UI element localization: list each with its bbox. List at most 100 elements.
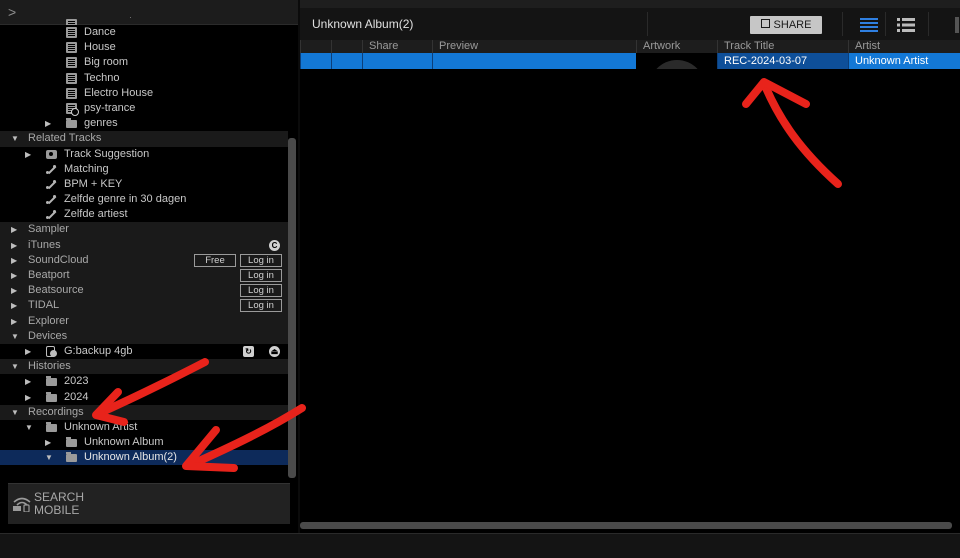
sidebar-section[interactable]: ▶ Beatport Log in bbox=[0, 268, 288, 284]
header-divider bbox=[842, 12, 843, 36]
tree-item[interactable]: House bbox=[0, 40, 288, 55]
gear-icon bbox=[71, 107, 79, 116]
sidebar-section[interactable]: ▼ Devices bbox=[0, 328, 288, 344]
collapse-arrow-icon[interactable]: ▶ bbox=[11, 283, 17, 298]
sidebar-section[interactable]: ▶ Sampler bbox=[0, 222, 288, 238]
tree-item[interactable]: Electro House bbox=[0, 86, 288, 101]
collapse-arrow-icon[interactable]: ▶ bbox=[25, 374, 31, 389]
search-mobile-button[interactable]: SEARCH MOBILE bbox=[8, 483, 290, 524]
collapse-arrow-icon[interactable]: ▶ bbox=[45, 116, 51, 131]
tree-item-label: Beatsource bbox=[28, 284, 84, 297]
tree-item[interactable]: ▶ G:backup 4gb ↻ ⏏ bbox=[0, 344, 288, 359]
sidebar-scrollbar[interactable] bbox=[288, 138, 296, 478]
collapse-arrow-icon[interactable]: ▶ bbox=[11, 238, 17, 253]
column-header[interactable] bbox=[331, 40, 362, 53]
column-header[interactable]: Artwork bbox=[636, 40, 717, 53]
tree-item[interactable]: ▼ Unknown Album(2) bbox=[0, 450, 288, 466]
collapse-arrow-icon[interactable]: ▶ bbox=[25, 344, 31, 359]
tree-item[interactable]: ▶ Unknown Album bbox=[0, 435, 288, 450]
tree-item[interactable]: psy-trance bbox=[0, 101, 288, 116]
expand-arrow-icon[interactable]: ▼ bbox=[25, 420, 33, 435]
collapse-arrow-icon[interactable]: ▶ bbox=[11, 268, 17, 283]
tree-item-label: Unknown Album(2) bbox=[84, 451, 177, 464]
folder-icon bbox=[46, 421, 57, 432]
expand-arrow-icon[interactable]: ▼ bbox=[11, 359, 19, 374]
collapse-arrow-icon[interactable]: ▶ bbox=[25, 390, 31, 405]
tree-item[interactable]: ▼ Unknown Artist bbox=[0, 420, 288, 435]
tree-item-label: Devices bbox=[28, 329, 68, 342]
sidebar-section[interactable]: ▶ SoundCloud Free Log in bbox=[0, 252, 288, 268]
sidebar-section[interactable]: ▼ Histories bbox=[0, 359, 288, 375]
eject-icon[interactable]: ⏏ bbox=[269, 345, 280, 357]
tree-item[interactable]: BPM + KEY bbox=[0, 177, 288, 192]
more-view-icon[interactable] bbox=[955, 17, 959, 33]
login-button[interactable]: Log in bbox=[240, 269, 282, 282]
sidebar-section[interactable]: ▼ Related Tracks bbox=[0, 131, 288, 147]
expand-arrow-icon[interactable]: ▼ bbox=[11, 405, 19, 420]
tree-item[interactable]: Matching bbox=[0, 162, 288, 177]
tree-item[interactable]: ▶ genres bbox=[0, 116, 288, 131]
collapse-arrow-icon[interactable]: ▶ bbox=[11, 298, 17, 313]
table-cell bbox=[362, 53, 432, 69]
folder-icon bbox=[66, 118, 77, 129]
tree-item-label: Zelfde artiest bbox=[64, 208, 128, 221]
tree-item[interactable]: Dance bbox=[0, 25, 288, 40]
column-header[interactable] bbox=[300, 40, 331, 53]
tree-item[interactable]: ▶ 2024 bbox=[0, 390, 288, 405]
tree-item[interactable]: Zelfde genre in 30 dagen bbox=[0, 192, 288, 207]
tree-item[interactable]: ▶ 2023 bbox=[0, 374, 288, 389]
horizontal-scrollbar[interactable] bbox=[300, 522, 952, 529]
main-panel: Unknown Album(2) SHARE Share Preview Artwo… bbox=[300, 0, 960, 533]
link-icon bbox=[46, 164, 57, 175]
list-view-icon[interactable] bbox=[860, 18, 878, 32]
tree-item-label: G:backup 4gb bbox=[64, 344, 133, 357]
column-header[interactable]: Track Title bbox=[717, 40, 848, 53]
collapse-arrow-icon[interactable]: ▶ bbox=[25, 147, 31, 162]
wifi-mobile-icon bbox=[13, 497, 31, 512]
collapse-arrow-icon[interactable]: ▶ bbox=[45, 435, 51, 450]
expand-arrow-icon[interactable]: ▼ bbox=[11, 131, 19, 146]
link-icon bbox=[46, 179, 57, 190]
table-row[interactable]: REC-2024-03-07 Unknown Artist bbox=[300, 53, 960, 69]
folder-icon bbox=[66, 452, 77, 463]
tree-item-label: TIDAL bbox=[28, 299, 60, 312]
tree-item[interactable]: Big room bbox=[0, 55, 288, 70]
sidebar-section[interactable]: ▶ TIDAL Log in bbox=[0, 298, 288, 314]
link-icon bbox=[46, 209, 57, 220]
folder-icon bbox=[46, 376, 57, 387]
column-header[interactable]: Share bbox=[362, 40, 432, 53]
expand-arrow-icon[interactable]: ▼ bbox=[45, 450, 53, 465]
tree-item-label: Electro House bbox=[84, 86, 154, 99]
folder-icon bbox=[66, 437, 77, 448]
header-divider bbox=[647, 12, 648, 36]
track-title-cell: REC-2024-03-07 bbox=[717, 53, 848, 69]
tree-item[interactable]: ▶ Track Suggestion bbox=[0, 147, 288, 162]
collapse-arrow-icon[interactable]: ▶ bbox=[11, 222, 17, 237]
sidebar-section[interactable]: ▶ Beatsource Log in bbox=[0, 283, 288, 299]
sidebar-section[interactable]: ▶ iTunes C bbox=[0, 237, 288, 253]
sidebar-section[interactable]: ▶ Explorer bbox=[0, 313, 288, 329]
login-button[interactable]: Log in bbox=[240, 253, 282, 267]
column-header[interactable]: Preview bbox=[432, 40, 636, 53]
tree-item[interactable]: Techno bbox=[0, 71, 288, 86]
tree-item-label: SoundCloud bbox=[28, 253, 89, 266]
detail-view-icon[interactable] bbox=[897, 18, 915, 32]
folder-icon bbox=[46, 391, 57, 402]
collapse-arrow-icon[interactable]: ▶ bbox=[11, 253, 17, 268]
refresh-icon[interactable]: C bbox=[269, 239, 280, 251]
tree-item[interactable]: Glitch Hop bbox=[0, 17, 288, 25]
tree-item-label: psy-trance bbox=[84, 101, 136, 114]
tree-item-label: BPM + KEY bbox=[64, 177, 123, 190]
tree-item-label: Zelfde genre in 30 dagen bbox=[64, 193, 187, 206]
share-button[interactable]: SHARE bbox=[750, 16, 822, 34]
tree-item[interactable]: Zelfde artiest bbox=[0, 207, 288, 222]
device-sync-icon[interactable]: ↻ bbox=[243, 345, 254, 357]
login-button[interactable]: Log in bbox=[240, 299, 282, 313]
tree-item-label: Big room bbox=[84, 56, 129, 69]
table-cell bbox=[300, 53, 331, 69]
login-button[interactable]: Log in bbox=[240, 284, 282, 298]
collapse-arrow-icon[interactable]: ▶ bbox=[11, 314, 17, 329]
column-header[interactable]: Artist bbox=[848, 40, 960, 53]
sidebar-section[interactable]: ▼ Recordings bbox=[0, 404, 288, 420]
expand-arrow-icon[interactable]: ▼ bbox=[11, 329, 19, 344]
